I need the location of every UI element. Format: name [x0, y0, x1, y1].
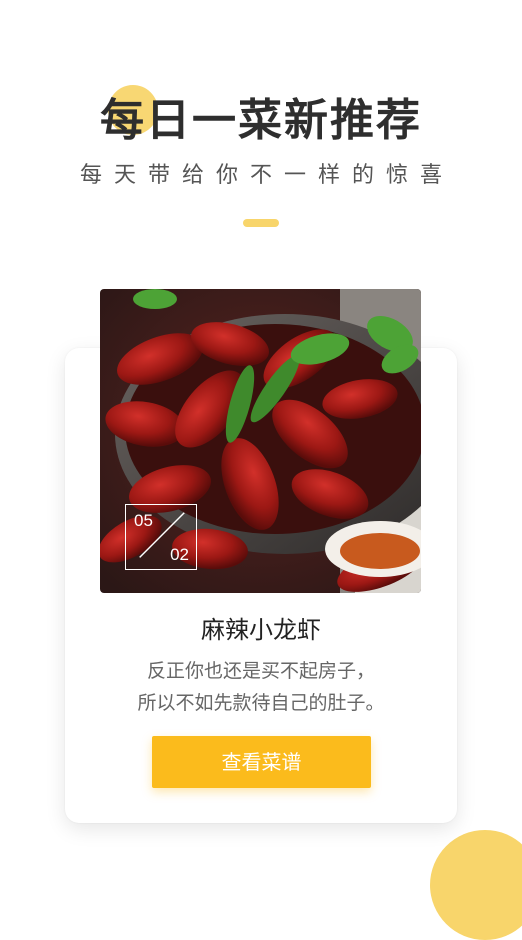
page-title: 每日一菜新推荐: [100, 95, 422, 146]
dish-name: 麻辣小龙虾: [201, 616, 321, 644]
image-page-counter: 05 02: [125, 504, 197, 570]
title-accent-bar: [243, 219, 279, 227]
page-subtitle: 每天带给你不一样的惊喜: [79, 163, 454, 188]
decorative-circle-corner: [430, 830, 522, 940]
hero-header: 每日一菜新推荐 每天带给你不一样的惊喜: [0, 0, 522, 240]
counter-total: 02: [170, 545, 189, 564]
dish-description-line: 所以不如先款待自己的肚子。: [137, 692, 385, 714]
counter-current: 05: [134, 511, 153, 530]
view-recipe-button[interactable]: 查看菜谱: [152, 736, 371, 788]
dish-description-line: 反正你也还是买不起房子，: [146, 660, 375, 682]
